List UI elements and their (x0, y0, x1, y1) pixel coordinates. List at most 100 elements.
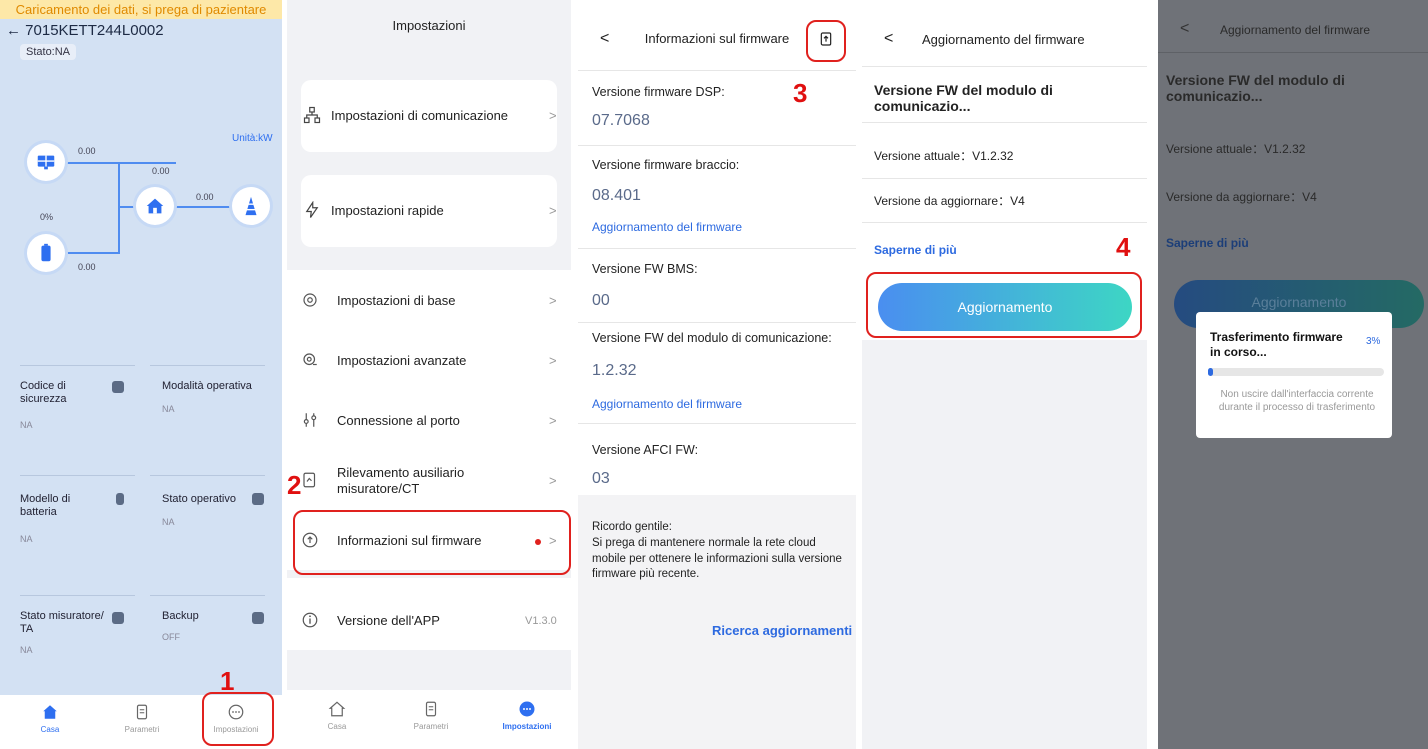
firmware-update-link[interactable]: Aggiornamento del firmware (592, 220, 742, 234)
highlight-box (202, 692, 274, 746)
flow-line (58, 162, 176, 164)
tab-casa[interactable]: Casa (20, 703, 80, 734)
home-value: 0.00 (196, 192, 214, 202)
app-version-value: V1.3.0 (525, 615, 557, 627)
highlight-box (806, 20, 846, 62)
chevron-right-icon: > (549, 293, 557, 308)
divider (862, 178, 1147, 179)
tab-impostazioni[interactable]: Impostazioni (497, 700, 557, 731)
fw-value: 1.2.32 (592, 362, 637, 379)
divider (578, 423, 856, 424)
fw-label: Versione FW BMS: (592, 262, 698, 276)
settings-item-advanced[interactable]: Impostazioni avanzate > (287, 330, 571, 390)
document-icon (425, 701, 437, 717)
divider (862, 122, 1147, 123)
battery-icon (27, 234, 65, 272)
card-value: NA (162, 517, 175, 527)
divider (578, 322, 856, 323)
status-badge: Stato:NA (20, 44, 77, 60)
shield-icon (112, 381, 124, 393)
divider (862, 66, 1147, 67)
loading-banner: Caricamento dei dati, si prega di pazien… (0, 0, 282, 19)
network-icon (303, 106, 321, 124)
tab-parametri[interactable]: Parametri (401, 700, 461, 731)
progress-percent: 3% (1366, 336, 1381, 347)
card-label: Stato misuratore/ TA (20, 610, 104, 635)
flow-line (58, 252, 118, 254)
unit-label: Unità:kW (232, 133, 273, 144)
settings-item-label: Connessione al porto (337, 413, 460, 428)
home-screen: Caricamento dei dati, si prega di pazien… (0, 0, 282, 749)
tab-label: Impostazioni (502, 722, 552, 731)
settings-item-communication[interactable]: Impostazioni di comunicazione > (301, 80, 557, 152)
tab-casa[interactable]: Casa (307, 700, 367, 731)
settings-item-label: Versione dell'APP (337, 613, 440, 628)
battery-small-icon (116, 493, 124, 505)
pv-value: 0.00 (78, 146, 96, 156)
current-version: Versione attuale：V1.2.32 (874, 149, 1014, 163)
check-updates-link[interactable]: Ricerca aggiornamenti (712, 623, 852, 638)
divider (578, 248, 856, 249)
dialog-message: Non uscire dall'interfaccia corrente dur… (1218, 389, 1376, 413)
tab-label: Parametri (413, 722, 449, 731)
card-label: Stato operativo (162, 493, 236, 505)
meter-icon (112, 612, 124, 624)
learn-more-link[interactable]: Saperne di più (1166, 236, 1249, 250)
highlight-box (866, 272, 1142, 338)
battery-percent: 0% (40, 212, 54, 222)
chevron-right-icon: > (549, 413, 557, 428)
fw-label: Versione firmware braccio: (592, 158, 740, 172)
battery-value: 0.00 (78, 262, 96, 272)
module-heading: Versione FW del modulo di comunicazio... (1166, 72, 1345, 104)
transfer-dialog: Trasferimento firmware in corso... 3% No… (1196, 312, 1392, 438)
device-title: ← 7015KETT244L0002 (6, 22, 164, 39)
settings-item-app-version[interactable]: Versione dell'APP V1.3.0 (287, 590, 571, 650)
page-title: Aggiornamento del firmware (1220, 23, 1371, 37)
back-arrow-icon[interactable]: ← (6, 22, 21, 39)
divider (1158, 52, 1428, 53)
card-value: NA (162, 404, 175, 414)
notice-title: Ricordo gentile: (592, 521, 672, 533)
page-title: Impostazioni (392, 18, 466, 33)
card-label: Codice di sicurezza (20, 380, 67, 405)
solar-panel-icon (27, 143, 65, 181)
fw-label: Versione firmware DSP: (592, 85, 725, 99)
settings-item-quick[interactable]: Impostazioni rapide > (301, 175, 557, 247)
card-label: Modalità operativa (162, 380, 252, 392)
highlight-box (293, 510, 571, 575)
settings-item-label: Impostazioni di base (337, 293, 456, 308)
settings-item-label: Impostazioni avanzate (337, 353, 467, 368)
notice-body: Si prega di mantenere normale la rete cl… (592, 537, 842, 580)
chevron-right-icon: > (549, 473, 557, 488)
settings-item-basic[interactable]: Impostazioni di base > (287, 270, 571, 330)
back-chevron-icon[interactable]: < (884, 30, 893, 48)
card-label: Backup (162, 610, 199, 622)
dialog-title: Trasferimento firmware in corso... (1210, 330, 1343, 359)
card-value: OFF (162, 632, 180, 642)
settings-item-meter-ct[interactable]: Rilevamento ausiliario misuratore/CT > (287, 450, 571, 510)
back-chevron-icon[interactable]: < (1180, 20, 1189, 38)
target-version: Versione da aggiornare：V4 (874, 194, 1025, 208)
tab-parametri[interactable]: Parametri (112, 703, 172, 734)
current-version: Versione attuale：V1.2.32 (1166, 142, 1306, 156)
settings-item-label: Rilevamento ausiliario misuratore/CT (337, 465, 465, 496)
tab-label: Casa (327, 722, 347, 731)
settings-item-port[interactable]: Connessione al porto > (287, 390, 571, 450)
divider (150, 595, 265, 596)
progress-fill (1208, 368, 1213, 376)
gear-icon (303, 293, 317, 307)
firmware-info-screen: < Informazioni sul firmware 3 Versione f… (578, 0, 856, 749)
grid-tower-icon (232, 187, 270, 225)
target-version: Versione da aggiornare：V4 (1166, 190, 1317, 204)
tab-label: Parametri (124, 725, 160, 734)
device-serial: 7015KETT244L0002 (25, 22, 164, 39)
learn-more-link[interactable]: Saperne di più (874, 243, 957, 257)
info-icon (302, 612, 318, 628)
tab-bar: Casa Parametri Impostazioni (287, 690, 571, 749)
fw-value: 08.401 (592, 187, 641, 204)
settings-screen: Impostazioni Impostazioni di comunicazio… (287, 0, 571, 749)
firmware-update-link[interactable]: Aggiornamento del firmware (592, 397, 742, 411)
fw-label: Versione AFCI FW: (592, 443, 699, 457)
card-value: NA (20, 534, 33, 544)
fw-value: 00 (592, 292, 610, 309)
